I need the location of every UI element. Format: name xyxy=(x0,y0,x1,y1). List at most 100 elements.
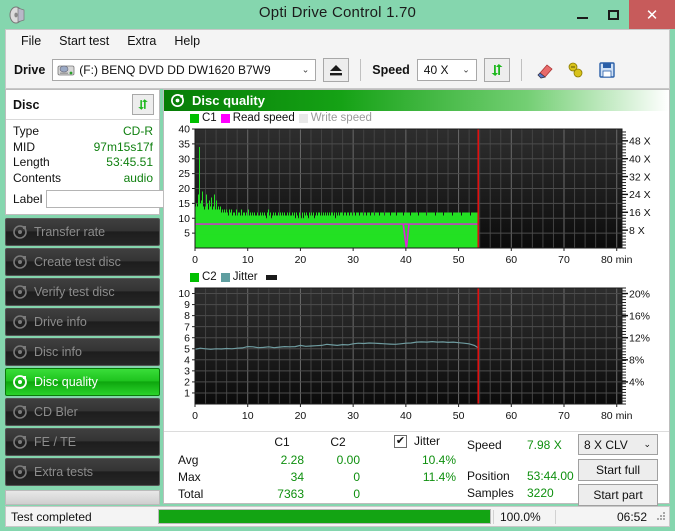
sidebar-item-verify-test-disc[interactable]: Verify test disc xyxy=(5,278,160,306)
svg-text:70: 70 xyxy=(558,254,570,266)
write-strategy-value: 8 X CLV xyxy=(584,438,628,452)
svg-text:20: 20 xyxy=(178,183,190,195)
svg-text:0: 0 xyxy=(192,410,198,422)
position-stat-label: Position xyxy=(467,469,510,483)
toolbar: Drive (F:) BENQ DVD DD DW1620 B7W9 ⌄ Spe… xyxy=(5,51,670,89)
menu-item-start-test[interactable]: Start test xyxy=(50,32,118,50)
sidebar-item-fe-te[interactable]: FE / TE xyxy=(5,428,160,456)
progress-fill xyxy=(159,510,490,523)
start-part-button[interactable]: Start part xyxy=(578,484,658,506)
erase-button[interactable] xyxy=(533,58,557,82)
legend-swatch-icon xyxy=(299,114,308,123)
svg-text:2: 2 xyxy=(184,377,190,389)
disc-key-label: Label xyxy=(13,192,42,206)
write-strategy-select[interactable]: 8 X CLV ⌄ xyxy=(578,434,658,455)
disc-gear-icon xyxy=(12,434,28,450)
svg-text:25: 25 xyxy=(178,168,190,180)
drive-value: (F:) BENQ DVD DD DW1620 B7W9 xyxy=(79,63,270,77)
title-bar: Opti Drive Control 1.70 ✕ xyxy=(0,0,675,29)
disc-panel-header: Disc xyxy=(6,90,159,120)
sidebar-item-cd-bler[interactable]: CD Bler xyxy=(5,398,160,426)
disc-refresh-button[interactable] xyxy=(132,94,154,115)
samples-stat-label: Samples xyxy=(467,486,514,500)
maximize-button[interactable] xyxy=(598,0,629,29)
svg-text:16%: 16% xyxy=(629,310,650,322)
sidebar-item-extra-tests[interactable]: Extra tests xyxy=(5,458,160,486)
svg-text:15: 15 xyxy=(178,198,190,210)
svg-text:80 min: 80 min xyxy=(601,410,633,422)
disc-gear-icon xyxy=(12,344,28,360)
sidebar-item-label: Drive info xyxy=(34,315,87,329)
svg-text:8%: 8% xyxy=(629,355,644,367)
disc-row-mid: MID 97m15s17f xyxy=(13,140,153,156)
disc-properties: Type CD-R MID 97m15s17f Length 53:45.51 … xyxy=(6,120,159,214)
statistics-panel: C1 C2 ✔ Jitter Avg 2.28 0.00 10.4% Max 3… xyxy=(164,431,669,503)
menu-item-help[interactable]: Help xyxy=(165,32,209,50)
legend-swatch-icon xyxy=(221,273,230,282)
tools-button[interactable] xyxy=(564,58,588,82)
menu-bar: File Start test Extra Help xyxy=(5,29,670,51)
svg-text:35: 35 xyxy=(178,138,190,150)
disc-gear-icon xyxy=(170,93,186,109)
save-button[interactable] xyxy=(595,58,619,82)
c2-jitter-plot[interactable]: 123456789104%8%12%16%20%0102030405060708… xyxy=(164,284,669,426)
sidebar-item-disc-quality[interactable]: Disc quality xyxy=(5,368,160,396)
legend-label: Read speed xyxy=(233,112,295,124)
menu-item-file[interactable]: File xyxy=(12,32,50,50)
eject-button[interactable] xyxy=(323,58,349,82)
resize-grip-icon[interactable] xyxy=(655,511,669,523)
svg-text:8: 8 xyxy=(184,310,190,322)
c1-plot[interactable]: 5101520253035408 X16 X24 X32 X40 X48 X01… xyxy=(164,125,669,270)
svg-text:40: 40 xyxy=(400,254,412,266)
svg-text:20: 20 xyxy=(295,254,307,266)
jitter-toggle[interactable]: ✔ Jitter xyxy=(394,434,440,448)
svg-text:24 X: 24 X xyxy=(629,189,651,201)
svg-text:6: 6 xyxy=(184,332,190,344)
minimize-button[interactable] xyxy=(567,0,598,29)
status-bar: Test completed 100.0% 06:52 xyxy=(5,506,670,527)
legend-c2: C2 xyxy=(190,271,217,283)
main-header-title: Disc quality xyxy=(192,93,265,108)
refresh-button[interactable] xyxy=(484,58,510,82)
svg-text:16 X: 16 X xyxy=(629,207,651,219)
disc-key-mid: MID xyxy=(13,140,35,156)
window-buttons: ✕ xyxy=(567,0,675,29)
svg-text:10: 10 xyxy=(178,213,190,225)
svg-text:30: 30 xyxy=(178,153,190,165)
jitter-checkbox[interactable]: ✔ xyxy=(394,435,407,448)
drive-select[interactable]: (F:) BENQ DVD DD DW1620 B7W9 ⌄ xyxy=(52,59,316,81)
sidebar-item-create-test-disc[interactable]: Create test disc xyxy=(5,248,160,276)
svg-text:12%: 12% xyxy=(629,333,650,345)
svg-text:0: 0 xyxy=(192,254,198,266)
minimize-icon xyxy=(577,17,588,19)
legend-label: Write speed xyxy=(311,112,372,124)
status-message: Test completed xyxy=(6,510,156,524)
chevron-down-icon: ⌄ xyxy=(302,64,310,75)
svg-text:5: 5 xyxy=(184,343,190,355)
legend-swatch-icon xyxy=(190,273,199,282)
svg-text:80 min: 80 min xyxy=(601,254,633,266)
c1-chart-legend: C1 Read speed Write speed xyxy=(164,111,669,125)
stats-row-total-label: Total xyxy=(178,487,203,501)
svg-text:8 X: 8 X xyxy=(629,225,645,237)
position-stat-value: 53:44.00 xyxy=(527,469,574,483)
sidebar-item-drive-info[interactable]: Drive info xyxy=(5,308,160,336)
start-full-button[interactable]: Start full xyxy=(578,459,658,481)
stats-total-c2: 0 xyxy=(316,487,360,501)
svg-text:40: 40 xyxy=(178,125,190,136)
sidebar-item-disc-info[interactable]: Disc info xyxy=(5,338,160,366)
disc-key-length: Length xyxy=(13,155,50,171)
sidebar-item-label: Disc info xyxy=(34,345,82,359)
maximize-icon xyxy=(608,10,619,20)
sidebar-item-transfer-rate[interactable]: Transfer rate xyxy=(5,218,160,246)
menu-item-extra[interactable]: Extra xyxy=(118,32,165,50)
close-button[interactable]: ✕ xyxy=(629,0,675,29)
disc-label-row: Label xyxy=(13,188,153,209)
sidebar-item-label: Disc quality xyxy=(34,375,98,389)
main-panel: Disc quality C1 Read speed xyxy=(163,89,670,504)
elapsed-time: 06:52 xyxy=(555,510,655,524)
chevron-down-icon: ⌄ xyxy=(643,439,651,450)
app-window: Opti Drive Control 1.70 ✕ File Start tes… xyxy=(0,0,675,531)
eject-icon xyxy=(328,63,344,77)
speed-select[interactable]: 40 X ⌄ xyxy=(417,59,477,81)
